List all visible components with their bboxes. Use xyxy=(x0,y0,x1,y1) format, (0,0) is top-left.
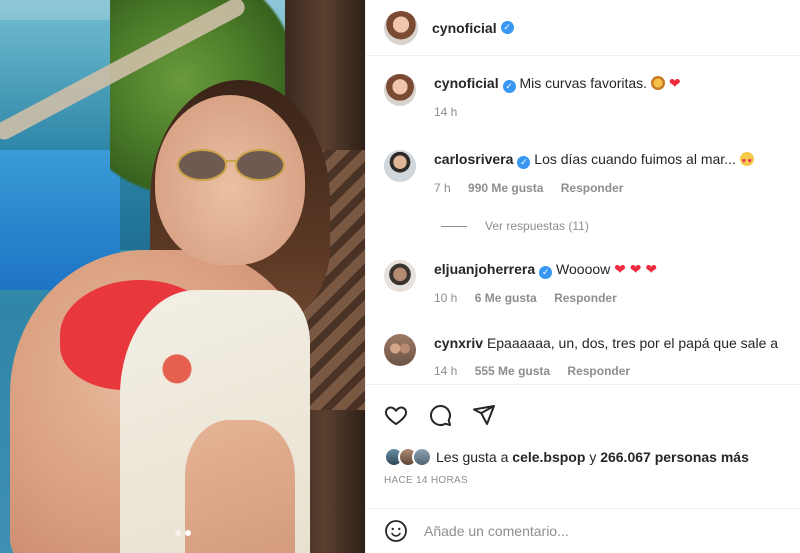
speech-bubble-icon[interactable] xyxy=(428,403,452,427)
red-heart-emoji-icon: ❤ xyxy=(668,75,681,91)
likes-first-user[interactable]: cele.bspop xyxy=(512,449,585,465)
author-username[interactable]: cynoficial xyxy=(432,20,497,36)
verified-badge-icon: ✓ xyxy=(500,21,514,34)
comment-input[interactable] xyxy=(424,523,724,539)
sunglasses-icon xyxy=(177,149,285,181)
comment-likes[interactable]: 990 Me gusta xyxy=(468,181,543,195)
likes-count[interactable]: 266.067 personas más xyxy=(600,449,749,465)
carousel-dot-active[interactable] xyxy=(184,530,191,536)
add-comment-bar xyxy=(366,508,800,553)
author-avatar[interactable] xyxy=(384,10,418,45)
comment-time[interactable]: 10 h xyxy=(434,291,457,305)
heart-eyes-emoji-icon xyxy=(739,152,754,171)
comment-username[interactable]: carlosrivera xyxy=(434,151,513,167)
verified-badge-icon: ✓ xyxy=(502,80,516,93)
comment-likes[interactable]: 6 Me gusta xyxy=(475,291,537,305)
comment-text: Woooow xyxy=(556,261,611,277)
likes-joiner: y xyxy=(589,449,597,465)
likes-prefix: Les gusta a xyxy=(436,449,509,465)
comment-item: carlosrivera ✓ Los días cuando fuimos al … xyxy=(384,150,800,197)
instagram-post: cynoficial ✓ cynoficial ✓ Mis curvas favo… xyxy=(0,0,800,553)
red-heart-emoji-icon: ❤ ❤ ❤ xyxy=(614,261,658,277)
reply-button[interactable]: Responder xyxy=(561,181,624,195)
post-sidebar: cynoficial ✓ cynoficial ✓ Mis curvas favo… xyxy=(365,0,800,553)
likes-summary: Les gusta a cele.bspop y 266.067 persona… xyxy=(384,447,749,467)
comment-time[interactable]: 14 h xyxy=(434,364,457,378)
post-date[interactable]: HACE 14 HORAS xyxy=(384,475,468,486)
view-replies-label: Ver respuestas (11) xyxy=(485,219,589,233)
comment-username[interactable]: eljuanjoherrera xyxy=(434,261,535,277)
liker-avatars[interactable] xyxy=(384,447,432,467)
replies-line xyxy=(441,225,467,227)
carousel-dot[interactable] xyxy=(174,530,181,536)
smiley-icon[interactable] xyxy=(384,519,408,543)
comment-text: Los días cuando fuimos al mar... xyxy=(534,151,736,167)
comment-likes[interactable]: 555 Me gusta xyxy=(475,364,550,378)
caption-avatar[interactable] xyxy=(384,74,416,106)
reply-button[interactable]: Responder xyxy=(554,291,617,305)
comment-avatar[interactable] xyxy=(384,150,416,182)
paper-plane-icon[interactable] xyxy=(472,403,496,427)
comments-list: cynoficial ✓ Mis curvas favoritas. ❤ 14 h… xyxy=(366,56,800,384)
reply-button[interactable]: Responder xyxy=(567,364,630,378)
liker-avatar xyxy=(412,447,432,467)
caption-text: Mis curvas favoritas. xyxy=(519,75,648,91)
view-replies-button[interactable]: Ver respuestas (11) xyxy=(441,219,589,233)
comment-avatar[interactable] xyxy=(384,260,416,292)
comment-text: Epaaaaaa, un, dos, tres por el papá que … xyxy=(486,335,779,351)
caption-time[interactable]: 14 h xyxy=(434,105,457,119)
carousel-indicator xyxy=(0,523,365,541)
post-photo[interactable] xyxy=(0,0,365,553)
action-bar xyxy=(366,384,800,444)
caption-username[interactable]: cynoficial xyxy=(434,75,499,91)
comment-item: cynxriv Epaaaaaa, un, dos, tres por el p… xyxy=(384,334,800,380)
comment-username[interactable]: cynxriv xyxy=(434,335,483,351)
comment-item: eljuanjoherrera ✓ Woooow ❤ ❤ ❤ 10 h 6 Me … xyxy=(384,260,800,307)
comment-time[interactable]: 7 h xyxy=(434,181,451,195)
comment-avatar[interactable] xyxy=(384,334,416,366)
post-header: cynoficial ✓ xyxy=(366,0,800,56)
heart-outline-icon[interactable] xyxy=(384,403,408,427)
verified-badge-icon: ✓ xyxy=(539,266,553,279)
verified-badge-icon: ✓ xyxy=(517,156,531,169)
lion-emoji-icon xyxy=(650,76,665,90)
caption: cynoficial ✓ Mis curvas favoritas. ❤ 14 h xyxy=(384,74,800,121)
